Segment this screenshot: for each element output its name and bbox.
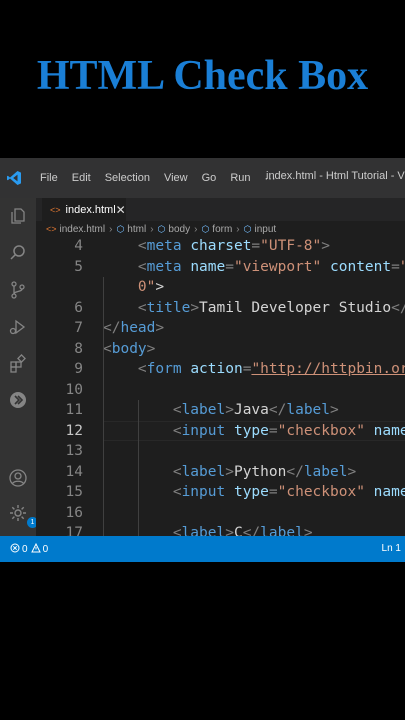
line-number: 7 <box>74 320 83 336</box>
code-line[interactable]: 7 </head> <box>36 318 405 339</box>
remote-icon[interactable] <box>8 390 28 410</box>
code-text: <label>Python</label> <box>172 463 357 480</box>
problems-indicator[interactable]: 0 0 <box>10 542 49 556</box>
vscode-logo-icon <box>6 170 32 186</box>
extensions-icon[interactable] <box>8 354 28 374</box>
status-bar: 0 0 Ln 1 <box>0 536 405 562</box>
code-line[interactable]: 5 <meta name="viewport" content="width=d… <box>36 257 405 278</box>
code-editor[interactable]: 4 <meta charset="UTF-8"> 5 <meta name="vi… <box>36 237 405 536</box>
search-icon[interactable] <box>8 243 28 263</box>
menu-run[interactable]: Run <box>230 172 250 185</box>
line-number: 4 <box>74 238 83 254</box>
html-file-icon: <> <box>46 224 57 234</box>
line-number: 6 <box>74 299 83 316</box>
breadcrumb: <> index.html › ⬡ html › ⬡ body › ⬡ form… <box>36 221 405 237</box>
source-control-icon[interactable] <box>8 280 28 300</box>
code-line[interactable]: 12 <input type="checkbox" name="checkbox… <box>36 421 405 442</box>
code-text: <input type="checkbox" name="checkbox"> <box>172 484 405 500</box>
video-title: HTML Check Box <box>36 53 369 99</box>
code-line[interactable]: 0"> <box>36 277 405 298</box>
account-icon[interactable] <box>8 468 28 488</box>
line-number: 12 <box>65 422 83 439</box>
breadcrumb-separator: › <box>194 223 198 235</box>
breadcrumb-file[interactable]: index.html <box>60 224 106 235</box>
close-icon[interactable]: ✕ <box>116 203 126 217</box>
breadcrumb-separator: › <box>236 223 240 235</box>
code-line[interactable]: 4 <meta charset="UTF-8"> <box>36 237 405 257</box>
warning-count: 0 <box>42 543 49 555</box>
line-number: 8 <box>74 340 83 357</box>
window-title: index.html - Html Tutorial - Visual <box>266 170 405 182</box>
manage-gear-icon[interactable]: 1 <box>8 503 38 528</box>
line-number: 11 <box>65 402 83 418</box>
editor-tabs: <> index.html ✕ <box>36 198 405 221</box>
line-number: 14 <box>65 463 83 480</box>
code-text: 0"> <box>137 279 165 295</box>
cursor-position[interactable]: Ln 1 <box>382 543 401 554</box>
line-number: 16 <box>65 504 83 521</box>
code-line[interactable]: 10 <box>36 380 405 401</box>
code-text: <meta charset="UTF-8"> <box>137 238 330 254</box>
menu-file[interactable]: File <box>40 172 58 185</box>
menu-bar: File Edit Selection View Go Run ⋯ <box>40 172 290 185</box>
code-line[interactable]: 15 <input type="checkbox" name="checkbox… <box>36 482 405 503</box>
activity-bar: 1 <box>0 198 38 536</box>
element-icon: ⬡ <box>157 223 166 234</box>
element-icon: ⬡ <box>116 223 125 234</box>
menu-selection[interactable]: Selection <box>105 172 150 185</box>
code-text: </head> <box>103 320 165 336</box>
breadcrumb-item[interactable]: form <box>212 224 232 235</box>
breadcrumb-separator: › <box>109 223 113 235</box>
line-number: 17 <box>65 525 83 536</box>
code-line[interactable]: 14 <label>Python</label> <box>36 462 405 483</box>
line-number: 13 <box>65 443 83 459</box>
line-number: 5 <box>74 258 83 275</box>
code-line[interactable]: 9 <form action="http://httpbin.org/post"… <box>36 359 405 380</box>
menu-edit[interactable]: Edit <box>72 172 91 185</box>
element-icon: ⬡ <box>243 223 252 234</box>
code-line[interactable]: 16 <box>36 503 405 524</box>
run-debug-icon[interactable] <box>8 317 28 337</box>
indent-guide <box>137 400 139 536</box>
title-bar: File Edit Selection View Go Run ⋯ index.… <box>0 158 405 198</box>
indent-guide <box>103 277 104 536</box>
menu-view[interactable]: View <box>164 172 188 185</box>
breadcrumb-separator: › <box>150 223 154 235</box>
line-number: 15 <box>65 484 83 500</box>
tab-index-html[interactable]: <> index.html ✕ <box>42 198 126 221</box>
code-text: <body> <box>103 340 156 357</box>
breadcrumb-item[interactable]: body <box>168 224 190 235</box>
menu-go[interactable]: Go <box>202 172 217 185</box>
vscode-window: File Edit Selection View Go Run ⋯ index.… <box>0 158 405 562</box>
warning-icon <box>30 542 41 556</box>
error-count: 0 <box>22 543 28 555</box>
code-line[interactable]: 6 <title>Tamil Developer Studio</title> <box>36 298 405 319</box>
code-text: <title>Tamil Developer Studio</title> <box>137 299 405 316</box>
code-text: <meta name="viewport" content="width=dev… <box>137 258 405 275</box>
line-number: 10 <box>65 381 83 398</box>
code-line[interactable]: 11 <label>Java</label> <box>36 400 405 421</box>
element-icon: ⬡ <box>201 223 210 234</box>
code-line[interactable]: 13 <box>36 441 405 462</box>
code-line[interactable]: 8 <body> <box>36 339 405 360</box>
code-text: <form action="http://httpbin.org/post"> <box>137 361 405 377</box>
line-number: 9 <box>74 361 83 377</box>
code-text: <label>C</label> <box>172 525 313 536</box>
breadcrumb-item[interactable]: html <box>127 224 146 235</box>
html-file-icon: <> <box>50 204 61 215</box>
files-icon[interactable] <box>8 206 28 226</box>
error-icon <box>10 543 20 556</box>
code-line[interactable]: 17 <label>C</label> <box>36 523 405 536</box>
breadcrumb-item[interactable]: input <box>255 224 277 235</box>
code-text: <input type="checkbox" name="checkbox"> <box>172 422 405 439</box>
tab-label: index.html <box>65 203 116 216</box>
